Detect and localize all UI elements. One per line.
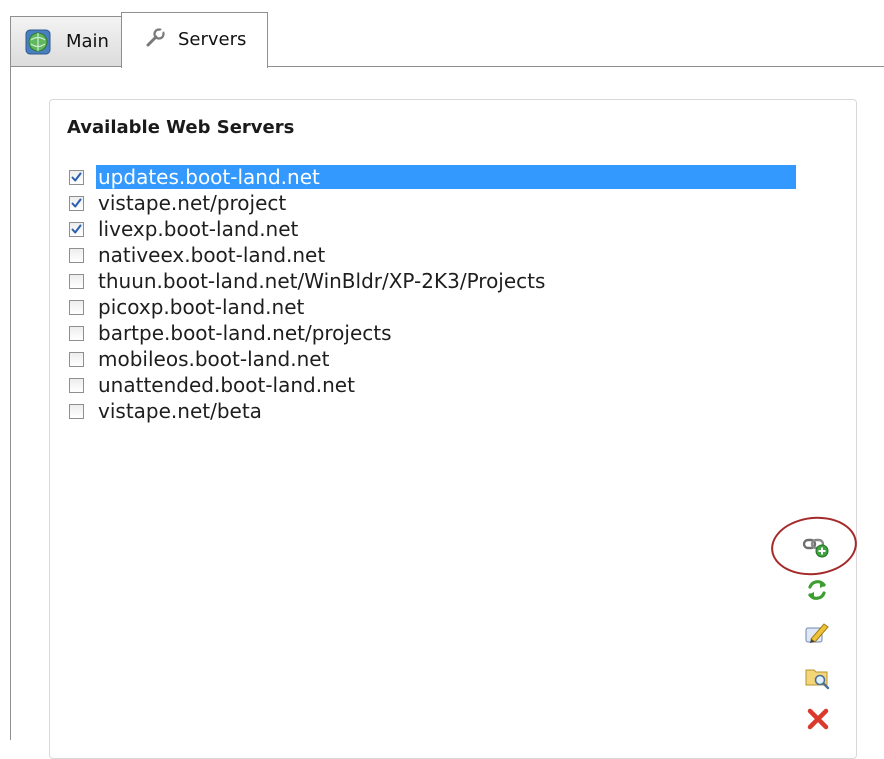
checkmark-icon xyxy=(71,224,82,233)
add-server-button[interactable] xyxy=(801,533,831,563)
globe-icon xyxy=(25,29,51,59)
browse-folder-icon xyxy=(803,663,831,695)
list-item[interactable]: vistape.net/beta xyxy=(67,398,807,424)
delete-server-button[interactable] xyxy=(803,706,833,736)
tab-servers-label: Servers xyxy=(178,29,247,50)
checkmark-icon xyxy=(71,198,82,207)
list-item[interactable]: mobileos.boot-land.net xyxy=(67,346,807,372)
add-link-icon xyxy=(802,532,830,564)
tab-main[interactable]: Main xyxy=(10,16,122,66)
edit-icon xyxy=(803,619,831,651)
server-checkbox[interactable] xyxy=(69,403,84,419)
server-label: vistape.net/project xyxy=(98,191,287,215)
edit-server-button[interactable] xyxy=(802,620,832,650)
list-item[interactable]: bartpe.boot-land.net/projects xyxy=(67,320,807,346)
server-checkbox[interactable] xyxy=(69,377,84,393)
list-item[interactable]: picoxp.boot-land.net xyxy=(67,294,807,320)
refresh-icon xyxy=(804,577,830,607)
wrench-icon xyxy=(144,27,166,53)
server-label: thuun.boot-land.net/WinBldr/XP-2K3/Proje… xyxy=(98,269,546,293)
list-item[interactable]: unattended.boot-land.net xyxy=(67,372,807,398)
server-label: livexp.boot-land.net xyxy=(98,217,299,241)
list-item[interactable]: updates.boot-land.net xyxy=(67,164,807,190)
tab-servers[interactable]: Servers xyxy=(121,12,268,68)
list-item[interactable]: nativeex.boot-land.net xyxy=(67,242,807,268)
server-checkbox[interactable] xyxy=(69,351,84,367)
server-checkbox[interactable] xyxy=(69,273,84,289)
refresh-button[interactable] xyxy=(802,577,832,607)
server-label: mobileos.boot-land.net xyxy=(98,347,330,371)
server-checkbox[interactable] xyxy=(69,299,84,315)
list-item[interactable]: vistape.net/project xyxy=(67,190,807,216)
server-checkbox[interactable] xyxy=(69,195,84,211)
list-item[interactable]: thuun.boot-land.net/WinBldr/XP-2K3/Proje… xyxy=(67,268,807,294)
server-label: picoxp.boot-land.net xyxy=(98,295,305,319)
delete-icon xyxy=(806,707,830,735)
server-label: nativeex.boot-land.net xyxy=(98,243,326,267)
server-label: updates.boot-land.net xyxy=(96,165,796,189)
server-label: vistape.net/beta xyxy=(98,399,262,423)
server-checkbox[interactable] xyxy=(69,325,84,341)
server-label: bartpe.boot-land.net/projects xyxy=(98,321,392,345)
server-checkbox[interactable] xyxy=(69,169,84,185)
browse-button[interactable] xyxy=(802,664,832,694)
server-checkbox[interactable] xyxy=(69,247,84,263)
server-list[interactable]: updates.boot-land.net vistape.net/projec… xyxy=(67,164,807,424)
tab-main-label: Main xyxy=(66,31,109,52)
server-label: unattended.boot-land.net xyxy=(98,373,355,397)
panel-border xyxy=(10,66,11,740)
list-item[interactable]: livexp.boot-land.net xyxy=(67,216,807,242)
checkmark-icon xyxy=(71,172,82,181)
server-checkbox[interactable] xyxy=(69,221,84,237)
group-title: Available Web Servers xyxy=(67,117,295,138)
